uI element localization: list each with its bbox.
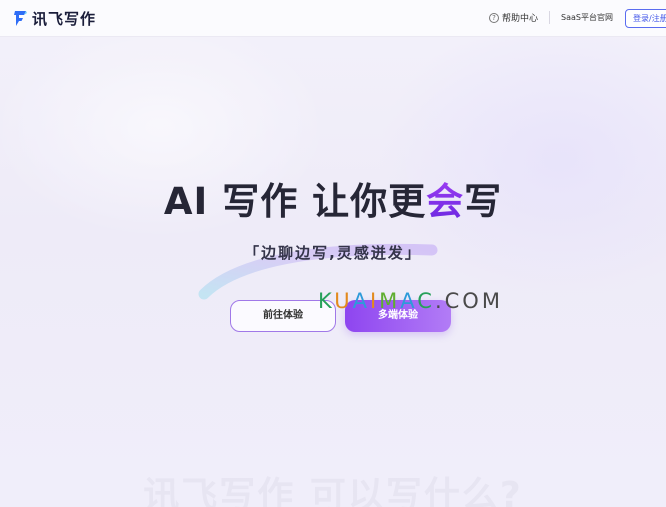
watermark-char: K (318, 289, 335, 313)
brand-logo[interactable]: 讯飞写作 (12, 8, 96, 28)
top-header: 讯飞写作 ? 帮助中心 SaaS平台官网 登录/注册 (0, 0, 666, 37)
hero-title: AI 写作 让你更会写 (0, 180, 666, 224)
watermark-char: .COM (434, 289, 503, 313)
logo-text: 讯飞写作 (32, 9, 97, 28)
help-center-link[interactable]: ? 帮助中心 (489, 11, 538, 24)
header-divider (549, 11, 550, 24)
watermark-char: C (417, 289, 435, 313)
watermark-char: A (400, 289, 418, 313)
section-heading: 讯飞写作 可以写什么? (0, 466, 666, 507)
hero-subtitle: 「边聊边写,灵感迸发」 (244, 244, 422, 262)
help-center-label: 帮助中心 (502, 14, 539, 24)
question-circle-icon: ? (489, 12, 499, 23)
hero-title-prefix: AI 写作 让你更 (163, 180, 427, 223)
hero-title-accent: 会 (426, 180, 465, 223)
watermark-text: KUAIMAC.COM (318, 289, 503, 313)
saas-platform-link[interactable]: SaaS平台官网 (561, 12, 613, 23)
hero-title-suffix: 写 (464, 180, 503, 223)
watermark-char: M (379, 289, 401, 313)
watermark-char: A (352, 289, 370, 313)
watermark-char: I (369, 289, 380, 313)
xunfei-logo-icon (14, 11, 27, 26)
login-register-button[interactable]: 登录/注册 (625, 9, 666, 28)
watermark-char: U (334, 289, 353, 313)
